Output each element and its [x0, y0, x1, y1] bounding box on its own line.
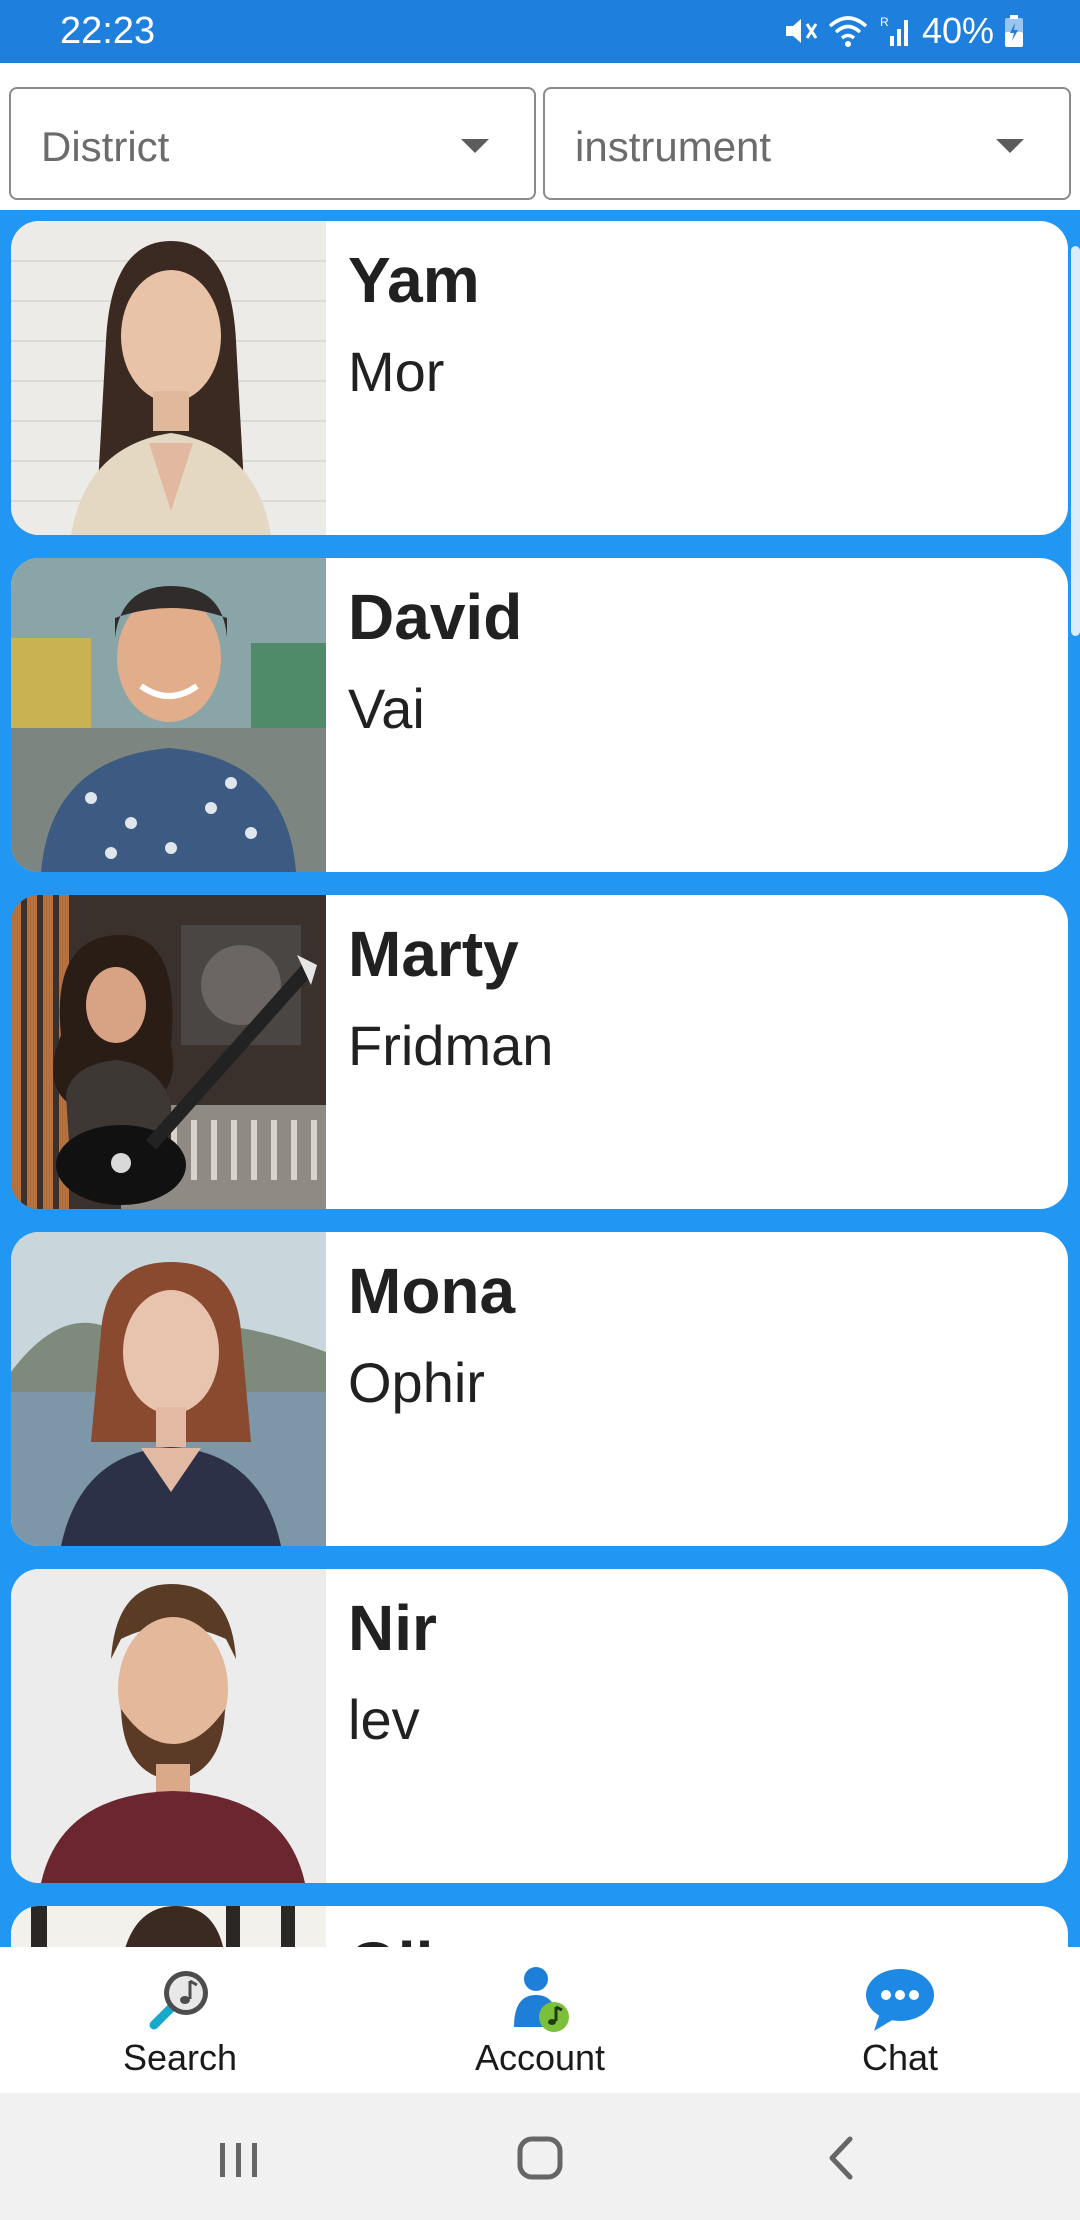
home-icon[interactable]	[500, 2123, 580, 2193]
musician-card[interactable]: Nir lev	[11, 1569, 1068, 1883]
musician-last-name: Vai	[348, 677, 425, 740]
nav-account-label: Account	[474, 2037, 606, 2078]
musician-last-name: Fridman	[348, 1014, 554, 1077]
musician-photo	[11, 1906, 326, 1947]
status-time: 22:23	[60, 10, 156, 52]
nav-chat-label: Chat	[861, 2037, 939, 2078]
musician-photo	[11, 221, 326, 535]
musician-card[interactable]: Marty Fridman	[11, 895, 1068, 1209]
nav-account[interactable]: Account	[360, 1947, 720, 2093]
musician-photo	[11, 558, 326, 872]
nav-search[interactable]: Search	[0, 1947, 360, 2093]
music-search-icon	[142, 1963, 218, 2039]
battery-percentage: 40%	[921, 10, 994, 51]
mute-icon	[782, 14, 818, 48]
district-dropdown[interactable]: District	[9, 87, 536, 200]
nav-search-label: Search	[122, 2037, 238, 2078]
musician-last-name: lev	[348, 1688, 420, 1751]
account-icon	[502, 1963, 578, 2039]
musician-last-name: Ophir	[348, 1351, 485, 1414]
roaming-indicator: R	[880, 15, 889, 29]
instrument-dropdown-label: instrument	[575, 123, 772, 170]
scrollbar[interactable]	[1071, 246, 1080, 636]
wifi-icon	[828, 14, 868, 48]
musician-first-name: David	[348, 581, 523, 653]
musician-photo	[11, 1569, 326, 1883]
filter-bar: District instrument	[0, 63, 1080, 210]
dropdown-arrow-icon	[996, 139, 1024, 153]
battery-icon	[1004, 14, 1024, 48]
musician-first-name: Gil	[348, 1928, 433, 1947]
nav-chat[interactable]: Chat	[720, 1947, 1080, 2093]
musician-first-name: Yam	[348, 244, 480, 316]
district-dropdown-label: District	[41, 123, 170, 170]
musician-photo	[11, 895, 326, 1209]
musician-last-name: Mor	[348, 340, 445, 403]
musician-first-name: Marty	[348, 918, 519, 990]
musician-card[interactable]: Gil	[11, 1906, 1068, 1947]
musician-first-name: Mona	[348, 1255, 516, 1327]
signal-icon: R	[878, 14, 912, 48]
status-icons: R 40%	[782, 10, 1024, 52]
bottom-navigation: Search Account Chat	[0, 1947, 1080, 2093]
recent-apps-icon[interactable]	[198, 2123, 278, 2193]
musician-photo	[11, 1232, 326, 1546]
back-icon[interactable]	[802, 2123, 882, 2193]
musician-card[interactable]: Mona Ophir	[11, 1232, 1068, 1546]
musician-card[interactable]: Yam Mor	[11, 221, 1068, 535]
chat-bubble-icon	[862, 1963, 938, 2039]
musician-first-name: Nir	[348, 1592, 437, 1664]
musician-list[interactable]: Yam Mor David Vai Marty Fridman Mona Oph…	[0, 210, 1080, 1947]
dropdown-arrow-icon	[461, 139, 489, 153]
system-navigation-bar	[0, 2093, 1080, 2220]
status-bar: 22:23 R 40%	[0, 0, 1080, 63]
instrument-dropdown[interactable]: instrument	[543, 87, 1071, 200]
musician-card[interactable]: David Vai	[11, 558, 1068, 872]
